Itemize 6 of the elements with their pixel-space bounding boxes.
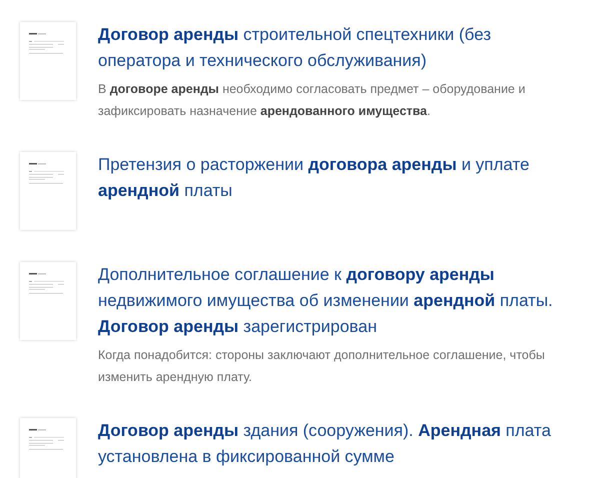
document-description: В договоре аренды необходимо согласовать предмет – оборудование и зафиксировать назначение арендованного имущества.	[98, 81, 526, 120]
document-title-link[interactable]: Договор аренды строительной спецтехники (без оператора и технического обслуживания)	[98, 22, 578, 74]
document-title-link[interactable]: Дополнительное соглашение к договору аренды недвижимого имущества об изменении арендной платы. Договор аренды зарегистрирован	[98, 262, 578, 340]
document-description: Когда понадобится: стороны заключают дополнительное соглашение, чтобы изменить арендную плату.	[98, 347, 546, 386]
document-title-link[interactable]: Претензия о расторжении договора аренды и уплате арендной платы	[98, 152, 578, 204]
document-title-link[interactable]: Договор аренды здания (сооружения). Арендная плата установлена в фиксированной сумме	[98, 418, 578, 470]
